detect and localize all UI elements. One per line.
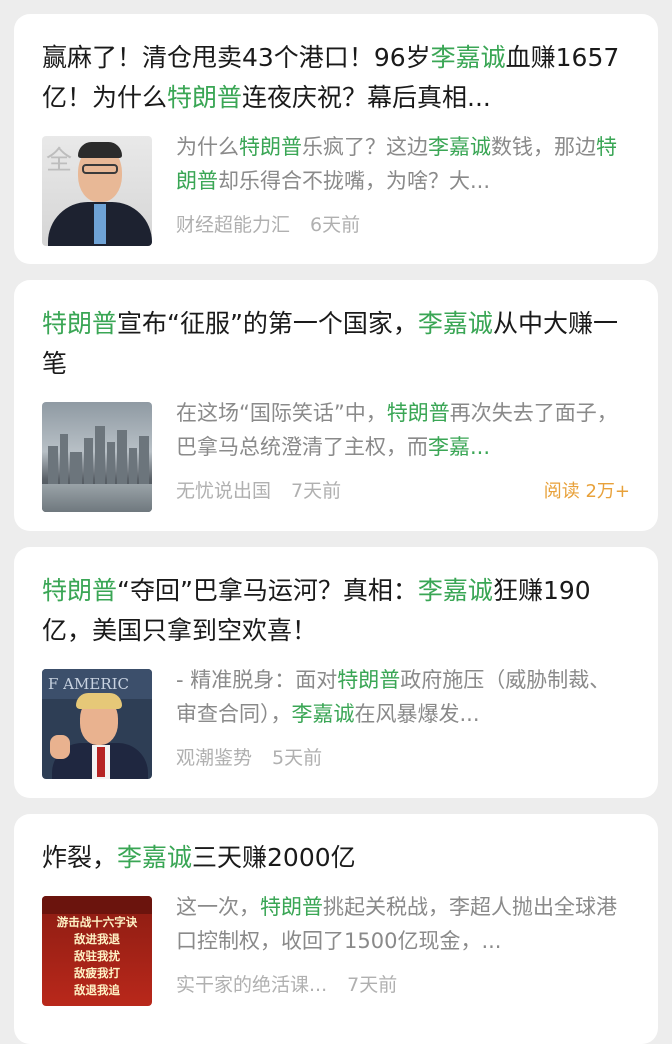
article-time: 5天前 xyxy=(272,747,323,769)
text-segment: 数钱，那边 xyxy=(491,135,596,159)
article-time: 7天前 xyxy=(291,480,342,502)
highlighted-keyword: 特朗普 xyxy=(386,401,450,425)
article-card[interactable]: 特朗普“夺回”巴拿马运河？真相：李嘉诚狂赚190亿，美国只拿到空欢喜！ F AM… xyxy=(14,547,658,798)
highlighted-keyword: 特朗普 xyxy=(239,135,302,159)
highlighted-keyword: 特朗普 xyxy=(260,895,323,919)
article-card[interactable]: 特朗普宣布“征服”的第一个国家，李嘉诚从中大赚一笔 在这场“国际笑话”中，特朗普… xyxy=(14,280,658,531)
article-feed: 赢麻了！清仓甩卖43个港口！96岁李嘉诚血赚1657亿！为什么特朗普连夜庆祝？幕… xyxy=(0,0,672,1044)
highlighted-keyword: 李嘉诚 xyxy=(291,702,355,726)
article-card[interactable]: 炸裂，李嘉诚三天赚2000亿 游击战十六字诀 敌进我退 敌驻我扰 敌疲我打 敌退… xyxy=(14,814,658,1044)
highlighted-keyword: 特朗普 xyxy=(42,576,118,605)
highlighted-keyword: 李嘉诚 xyxy=(428,135,491,159)
text-segment: 在这场“国际笑话”中， xyxy=(176,401,387,425)
article-summary: 在这场“国际笑话”中，特朗普再次失去了面子，巴拿马总统澄清了主权，而李嘉... xyxy=(176,396,630,464)
article-reads: 阅读 2万+ xyxy=(543,480,630,502)
article-thumbnail[interactable] xyxy=(42,402,152,512)
article-source[interactable]: 无忧说出国 xyxy=(176,476,271,503)
article-title[interactable]: 特朗普宣布“征服”的第一个国家，李嘉诚从中大赚一笔 xyxy=(42,304,630,384)
highlighted-keyword: 李嘉诚 xyxy=(417,576,493,605)
highlighted-keyword: 特朗普 xyxy=(167,83,243,112)
article-summary: 这一次，特朗普挑起关税战，李超人抛出全球港口控制权，收回了1500亿现金，... xyxy=(176,890,630,958)
article-summary: - 精准脱身：面对特朗普政府施压（威胁制裁、审查合同），李嘉诚在风暴爆发... xyxy=(176,663,630,731)
article-thumbnail[interactable]: 全 業 xyxy=(42,136,152,246)
article-thumbnail[interactable]: F AMERIC xyxy=(42,669,152,779)
highlighted-keyword: 李嘉诚 xyxy=(117,843,193,872)
text-segment: 却乐得合不拢嘴，为啥？大... xyxy=(218,169,491,193)
text-segment: 乐疯了？这边 xyxy=(302,135,428,159)
text-segment: 炸裂， xyxy=(42,843,118,872)
text-segment: - 精准脱身：面对 xyxy=(176,668,338,692)
article-source[interactable]: 财经超能力汇 xyxy=(176,210,290,237)
article-meta: 无忧说出国 7天前 阅读 2万+ xyxy=(176,476,630,503)
text-segment: 连夜庆祝？幕后真相... xyxy=(242,83,491,112)
article-meta: 观潮鉴势 5天前 xyxy=(176,743,630,770)
text-segment: 三天赚2000亿 xyxy=(192,843,356,872)
article-time: 7天前 xyxy=(347,974,398,996)
article-card[interactable]: 赢麻了！清仓甩卖43个港口！96岁李嘉诚血赚1657亿！为什么特朗普连夜庆祝？幕… xyxy=(14,14,658,264)
article-title[interactable]: 特朗普“夺回”巴拿马运河？真相：李嘉诚狂赚190亿，美国只拿到空欢喜！ xyxy=(42,571,630,651)
text-segment: 赢麻了！清仓甩卖43个港口！96岁 xyxy=(42,43,431,72)
highlighted-keyword: 特朗普 xyxy=(337,668,401,692)
article-title[interactable]: 炸裂，李嘉诚三天赚2000亿 xyxy=(42,838,630,878)
article-meta: 财经超能力汇 6天前 xyxy=(176,210,630,237)
article-title[interactable]: 赢麻了！清仓甩卖43个港口！96岁李嘉诚血赚1657亿！为什么特朗普连夜庆祝？幕… xyxy=(42,38,630,118)
article-thumbnail[interactable]: 游击战十六字诀 敌进我退 敌驻我扰 敌疲我打 敌退我追 xyxy=(42,896,152,1006)
highlighted-keyword: 李嘉... xyxy=(428,435,491,459)
text-segment: 在风暴爆发... xyxy=(354,702,480,726)
text-segment: 为什么 xyxy=(176,135,239,159)
text-segment: 这一次， xyxy=(176,895,260,919)
text-segment: “夺回”巴拿马运河？真相： xyxy=(117,576,418,605)
thumbnail-poster-text: 游击战十六字诀 敌进我退 敌驻我扰 敌疲我打 敌退我追 xyxy=(56,915,138,997)
article-time: 6天前 xyxy=(310,214,361,236)
text-segment: 宣布“征服”的第一个国家， xyxy=(117,309,418,338)
article-source[interactable]: 观潮鉴势 xyxy=(176,743,252,770)
highlighted-keyword: 特朗普 xyxy=(42,309,118,338)
article-source[interactable]: 实干家的绝活课... xyxy=(176,970,327,997)
highlighted-keyword: 李嘉诚 xyxy=(430,43,506,72)
article-summary: 为什么特朗普乐疯了？这边李嘉诚数钱，那边特朗普却乐得合不拢嘴，为啥？大... xyxy=(176,130,630,198)
article-meta: 实干家的绝活课... 7天前 xyxy=(176,970,630,997)
highlighted-keyword: 李嘉诚 xyxy=(417,309,493,338)
